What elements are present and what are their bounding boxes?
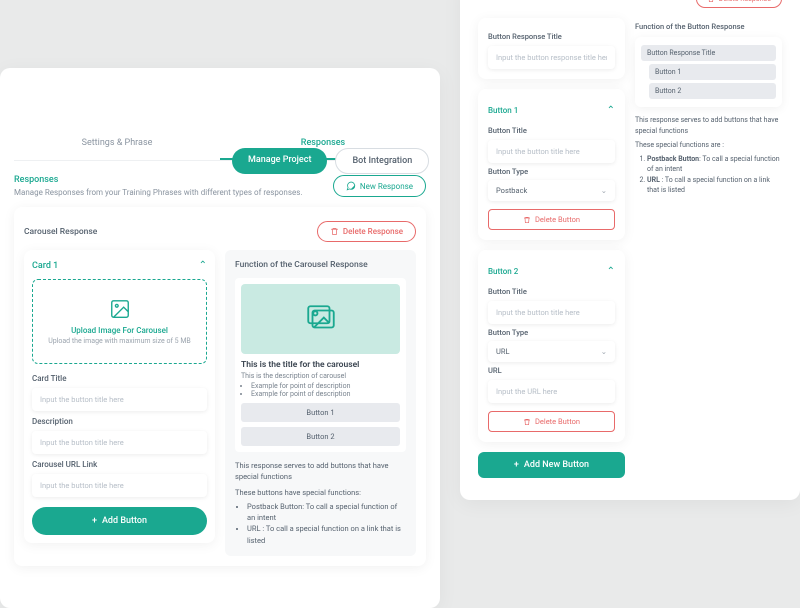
trash-icon: [523, 418, 531, 426]
description-label: Description: [32, 417, 207, 426]
top-nav: Manage Project Bot Integration: [232, 148, 429, 174]
trash-icon: [330, 227, 339, 236]
tab-settings[interactable]: Settings & Phrase: [14, 128, 220, 160]
trash-icon: [523, 216, 531, 224]
manage-project-button[interactable]: Manage Project: [232, 148, 327, 174]
button-type-label: Button Type: [488, 328, 615, 337]
preview-image: [241, 284, 400, 354]
preview-title: This is the title for the carousel: [241, 360, 400, 370]
chip-b2: Button 2: [649, 83, 776, 99]
left-panel: Manage Project Bot Integration Settings …: [0, 68, 440, 608]
delete-response-button[interactable]: Delete Response: [317, 221, 416, 242]
chevron-down-icon: ⌄: [601, 347, 607, 356]
add-new-button[interactable]: + Add New Button: [478, 452, 625, 478]
url-label: URL: [488, 366, 615, 375]
button-1-type-select[interactable]: Postback ⌄: [488, 180, 615, 201]
plus-icon: +: [514, 460, 519, 470]
button-title-label: Button Title: [488, 126, 615, 135]
responses-title: Responses: [14, 175, 302, 185]
button-2-title-input[interactable]: [488, 301, 615, 324]
button-hint: Function of the Button Response Button R…: [635, 22, 782, 196]
button-1-header[interactable]: Button 1 ⌃: [488, 99, 615, 122]
description-input[interactable]: [32, 431, 207, 454]
card-1-header[interactable]: Card 1 ⌃: [32, 258, 207, 279]
button-2-card: Button 2 ⌃ Button Title Button Type URL …: [478, 250, 625, 442]
carousel-url-input[interactable]: [32, 474, 207, 497]
preview-button-2: Button 2: [241, 427, 400, 446]
delete-button-1[interactable]: Delete Button: [488, 209, 615, 230]
carousel-url-label: Carousel URL Link: [32, 460, 207, 469]
new-response-button[interactable]: New Response: [333, 175, 426, 197]
chevron-up-icon: ⌃: [607, 266, 615, 277]
upload-dropzone[interactable]: Upload Image For Carousel Upload the ima…: [32, 279, 207, 364]
delete-button-2[interactable]: Delete Button: [488, 411, 615, 432]
hint-title: Function of the Carousel Response: [235, 260, 406, 270]
chevron-down-icon: ⌄: [601, 186, 607, 195]
responses-desc: Manage Responses from your Training Phra…: [14, 188, 302, 197]
button-type-label: Button Type: [488, 167, 615, 176]
image-icon: [109, 298, 131, 320]
hint-preview: Button Response Title Button 1 Button 2: [635, 37, 782, 107]
card-title-label: Card Title: [32, 374, 207, 383]
carousel-hint: Function of the Carousel Response This i…: [225, 250, 416, 556]
delete-response-button[interactable]: Delete Response: [696, 0, 782, 8]
chevron-up-icon: ⌃: [199, 260, 207, 271]
right-panel: Button Response Delete Response Button R…: [460, 0, 800, 500]
button-1-title-input[interactable]: [488, 140, 615, 163]
carousel-title: Carousel Response: [24, 227, 97, 237]
chip-title: Button Response Title: [641, 45, 776, 61]
plus-icon: +: [92, 516, 97, 526]
button-response-header: Button Response Delete Response: [478, 0, 782, 8]
chevron-up-icon: ⌃: [607, 105, 615, 116]
carousel-response-card: Carousel Response Delete Response Card 1…: [14, 207, 426, 566]
button-2-url-input[interactable]: [488, 380, 615, 403]
button-title-label: Button Title: [488, 287, 615, 296]
preview-button-1: Button 1: [241, 403, 400, 422]
brt-label: Button Response Title: [488, 32, 615, 41]
add-button[interactable]: + Add Button: [32, 507, 207, 535]
chat-icon: [346, 181, 356, 191]
trash-icon: [707, 0, 715, 3]
preview-desc: This is the description of carousel Exam…: [241, 372, 400, 398]
button-2-header[interactable]: Button 2 ⌃: [488, 260, 615, 283]
brt-input[interactable]: [488, 46, 615, 69]
button-2-type-select[interactable]: URL ⌄: [488, 341, 615, 362]
button-response-title-card: Button Response Title: [478, 18, 625, 79]
chip-b1: Button 1: [649, 64, 776, 80]
button-1-card: Button 1 ⌃ Button Title Button Type Post…: [478, 89, 625, 240]
card-title-input[interactable]: [32, 388, 207, 411]
hint-title: Function of the Button Response: [635, 22, 782, 31]
responses-header: Responses Manage Responses from your Tra…: [14, 171, 426, 207]
images-icon: [304, 302, 338, 336]
bot-integration-button[interactable]: Bot Integration: [335, 148, 429, 174]
card-1: Card 1 ⌃ Upload Image For Carousel Uploa…: [24, 250, 215, 543]
